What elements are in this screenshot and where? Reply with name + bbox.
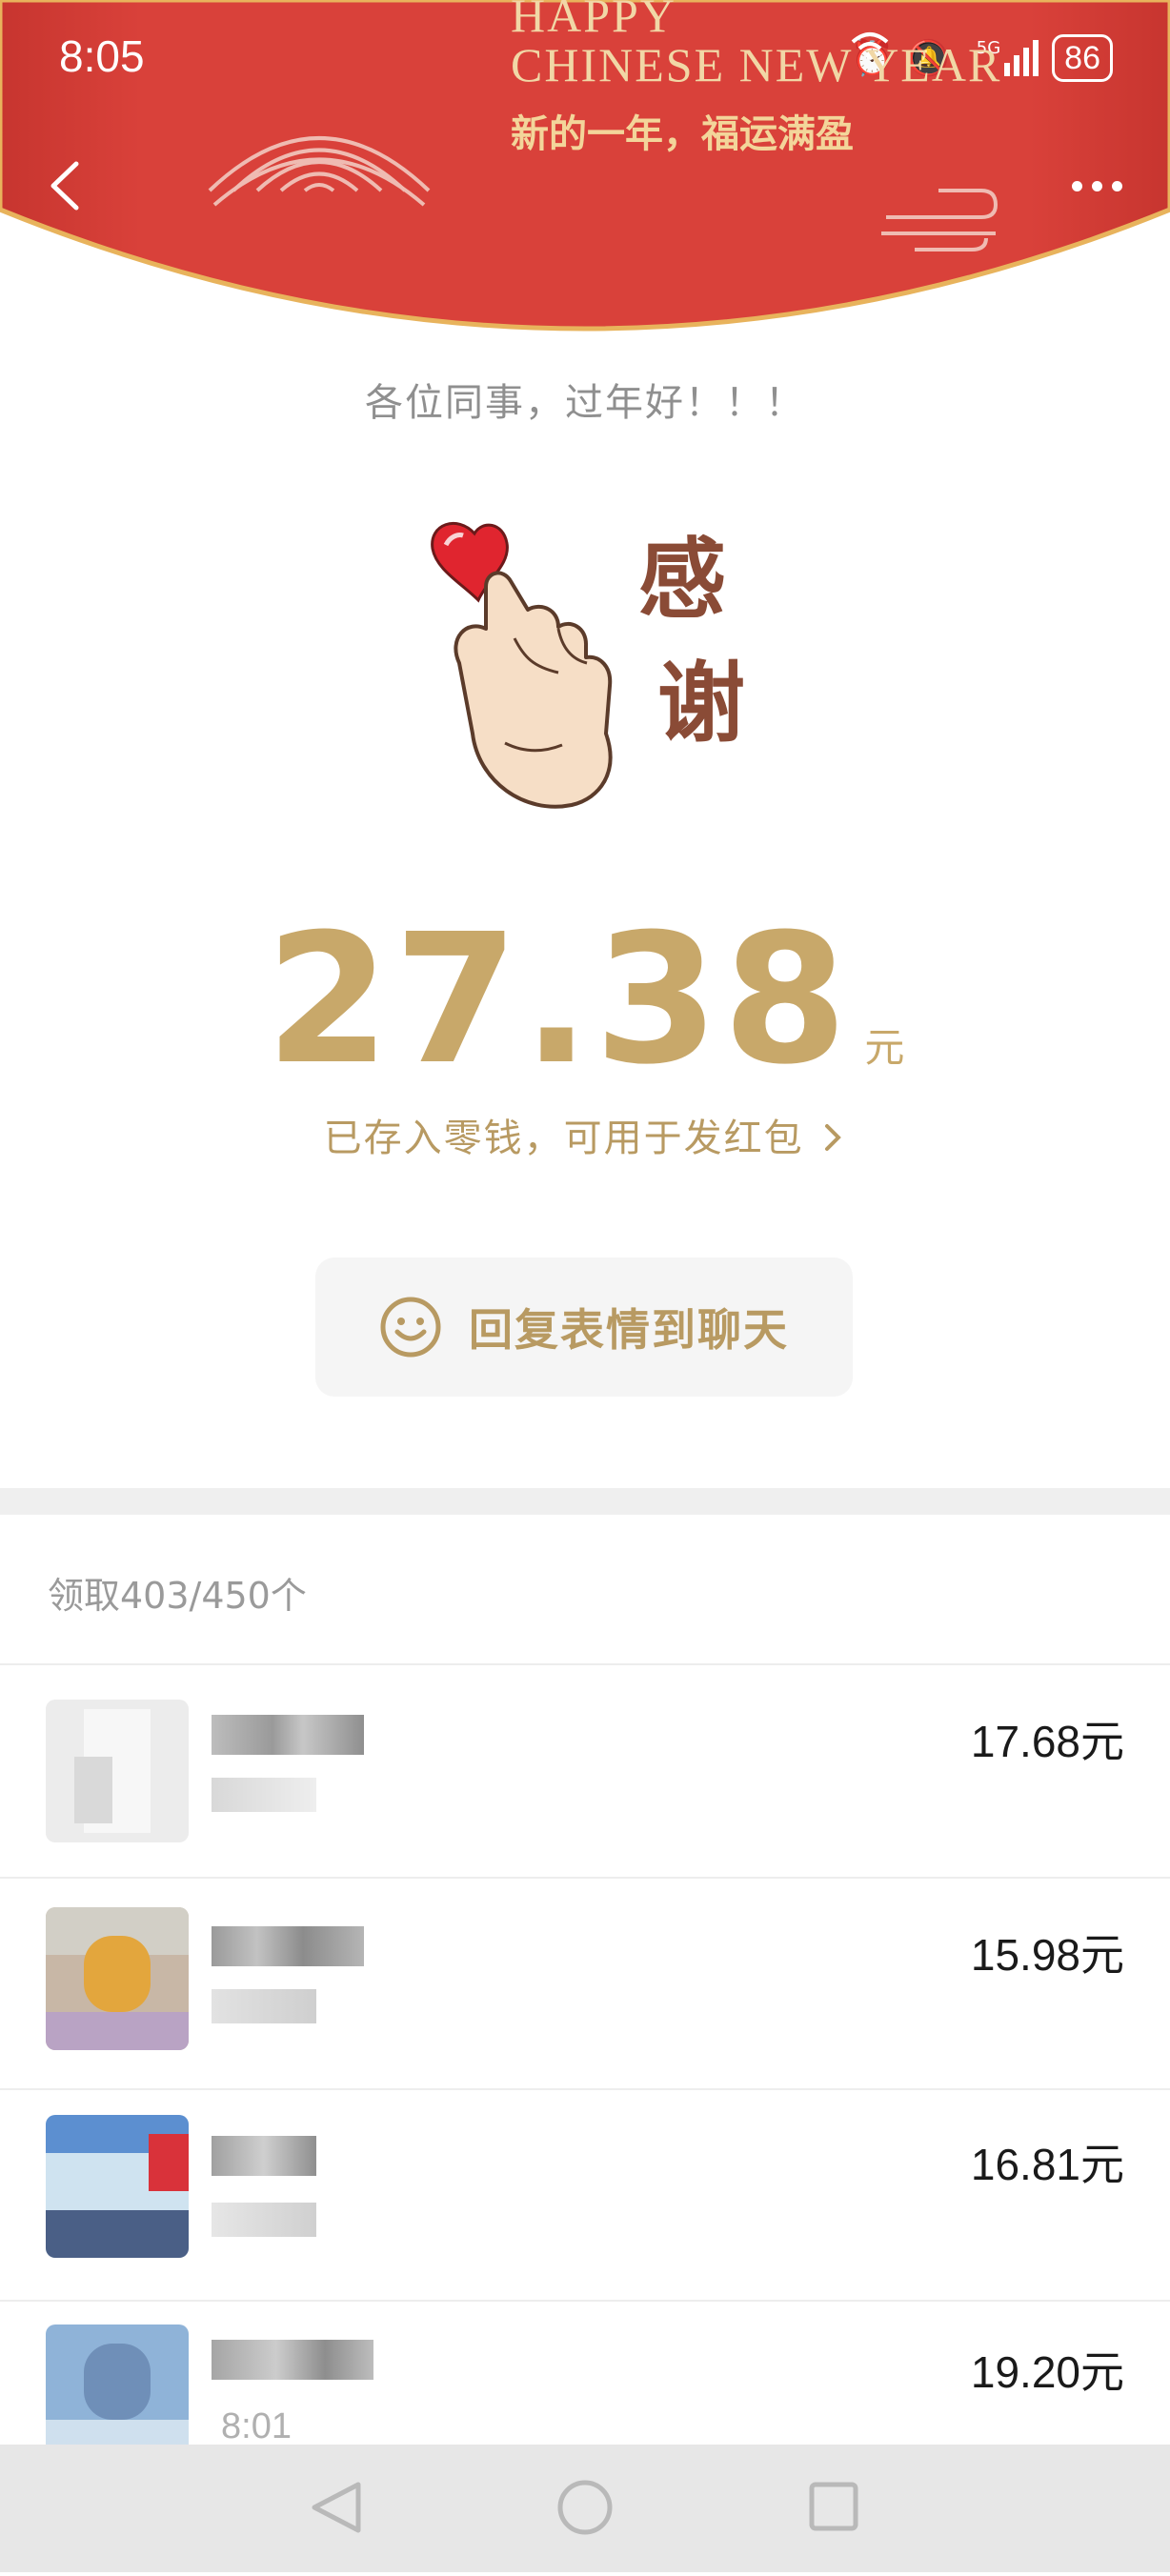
more-dot-icon [1071,180,1082,191]
banner-line-2: CHINESE NEW YEAR [511,38,1002,91]
nav-home-icon [557,2480,613,2535]
heart-finger-sticker[interactable]: 感 谢 [419,495,762,838]
recipient-row[interactable]: 17.68元 [0,1665,1170,1877]
more-dot-icon [1111,180,1122,191]
amount-row: 27.38 元 [0,896,1170,1104]
recipient-amount: 19.20元 [970,2347,1124,2397]
more-options-button[interactable] [1054,162,1140,210]
received-count: 领取403/450个 [48,1575,307,1617]
chevron-right-icon [825,1124,842,1151]
recipient-time: 8:01 [221,2406,292,2445]
received-amount: 27.38 [265,896,852,1104]
banner-slogan: 新的一年，福运满盈 [511,111,854,156]
reply-button-label: 回复表情到聊天 [469,1304,789,1356]
recipient-time-blurred [212,1989,316,2023]
avatar [46,1700,189,1842]
recipient-name-blurred [212,1715,364,1755]
smiley-icon [380,1297,441,1358]
back-arrow-icon [50,161,79,211]
avatar [46,1907,189,2050]
more-dot-icon [1091,180,1102,191]
recipient-amount: 16.81元 [970,2140,1124,2189]
status-time: 8:05 [59,31,145,81]
section-divider [0,1488,1170,1515]
sticker-text-2: 谢 [657,652,745,755]
recipient-row[interactable]: 8:01 19.20元 [0,2302,1170,2445]
saved-to-change-link[interactable]: 已存入零钱，可用于发红包 [0,1107,1170,1162]
recipient-name-blurred [212,2136,316,2176]
recipient-amount: 17.68元 [970,1717,1124,1766]
recipient-name-blurred [212,2340,373,2380]
battery-indicator: 86 [1052,34,1113,82]
amount-unit: 元 [864,1024,905,1071]
recipient-time-blurred [212,2203,316,2237]
recipient-row[interactable]: 16.81元 [0,2090,1170,2302]
avatar [46,2324,189,2445]
sticker-text-1: 感 [638,528,726,631]
nav-recents-icon [809,2482,858,2531]
recipient-amount: 15.98元 [970,1930,1124,1980]
avatar [46,2115,189,2258]
recipient-row[interactable]: 15.98元 [0,1879,1170,2090]
nav-back-icon [312,2482,361,2533]
greeting-message: 各位同事，过年好！！！ [365,381,805,425]
back-button[interactable] [34,152,101,219]
red-packet-header: 8:05 ⏰ 🔕 5G 86 HAPPY CHINESE NEW YEAR 新的… [0,0,1170,362]
recipient-name-blurred [212,1926,364,1966]
saved-note-text: 已存入零钱，可用于发红包 [323,1117,804,1160]
recipient-time-blurred [212,1778,316,1812]
reply-sticker-button[interactable]: 回复表情到聊天 [315,1258,853,1397]
banner-line-1: HAPPY [511,0,676,42]
banner-title: HAPPY CHINESE NEW YEAR [511,0,1001,90]
system-navigation-bar [0,2445,1170,2572]
